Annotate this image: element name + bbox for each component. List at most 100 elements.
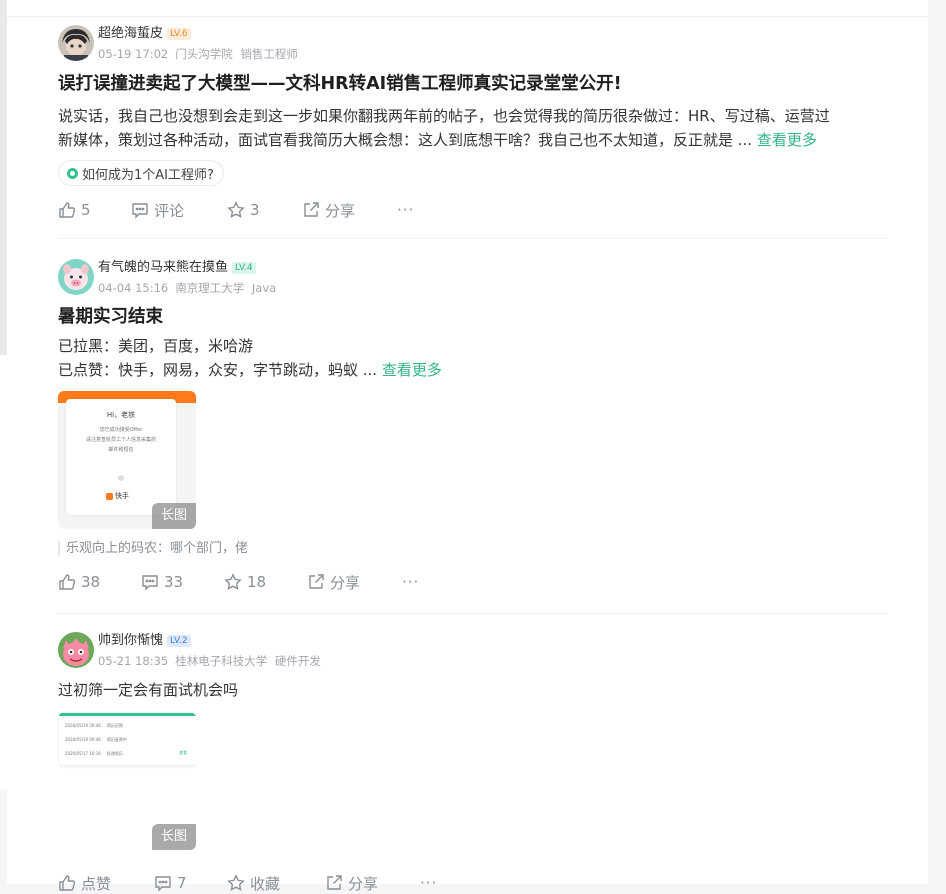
level-badge: LV.4	[232, 262, 256, 274]
like-count: 5	[81, 201, 91, 219]
comment-preview[interactable]: 乐观向上的码农：哪个部门，佬	[58, 541, 888, 556]
share-icon	[309, 574, 324, 589]
comment-icon	[142, 575, 158, 591]
post-actions: 38 33 18 分享 ···	[58, 571, 888, 593]
author-role: 销售工程师	[240, 47, 298, 61]
favorite-button[interactable]: 收藏	[227, 872, 280, 894]
author-row: 有气魄的马来熊在摸鱼 LV.4 04-04 15:16 南京理工大学 Java	[58, 259, 888, 297]
post-date: 05-19 17:02	[98, 47, 169, 61]
favorite-button[interactable]: 18	[224, 571, 266, 593]
share-button[interactable]: 分享	[302, 199, 355, 221]
comment-count: 评论	[154, 201, 185, 220]
like-label: 点赞	[81, 874, 112, 893]
scrollbar-track[interactable]	[928, 0, 946, 884]
comment-button[interactable]: 33	[141, 571, 183, 593]
author-role: 硬件开发	[274, 654, 321, 668]
author-name[interactable]: 超绝海蜇皮	[98, 25, 163, 43]
star-icon	[224, 573, 242, 590]
post-title[interactable]: 误打误撞进卖起了大模型——文科HR转AI销售工程师真实记录堂堂公开!	[58, 71, 888, 97]
more-options-button[interactable]: ···	[397, 199, 414, 221]
avatar[interactable]	[58, 259, 94, 295]
author-row: 超绝海蜇皮 LV.6 05-19 17:02 门头沟学院 销售工程师	[58, 25, 888, 63]
post-body-line: 已点赞：快手，网易，众安，字节跳动，蚂蚁 ...	[58, 361, 378, 379]
author-name[interactable]: 有气魄的马来熊在摸鱼	[98, 259, 228, 277]
share-button[interactable]: 分享	[307, 571, 360, 593]
share-label: 分享	[325, 201, 356, 220]
comment-icon	[155, 876, 171, 892]
post-body-line: 新媒体，策划过各种活动，面试官看我简历大概会想：这人到底想干啥？我自己也不太知道…	[58, 131, 753, 149]
long-image-badge: 长图	[152, 824, 196, 850]
more-options-button[interactable]: ···	[402, 571, 419, 593]
share-label: 分享	[348, 874, 379, 893]
comment-icon	[132, 203, 148, 219]
post-card[interactable]: 有气魄的马来熊在摸鱼 LV.4 04-04 15:16 南京理工大学 Java 暑…	[58, 259, 888, 593]
more-options-button[interactable]: ···	[420, 872, 437, 894]
author-school: 桂林电子科技大学	[175, 654, 268, 668]
like-button[interactable]: 5	[58, 199, 91, 221]
brand-name: 快手	[115, 492, 129, 500]
like-count: 38	[81, 573, 101, 591]
see-more-link[interactable]: 查看更多	[757, 131, 817, 149]
post-date: 04-04 15:16	[98, 281, 169, 295]
star-icon	[227, 201, 245, 218]
author-school: 门头沟学院	[175, 47, 233, 61]
post-meta: 05-21 18:35 桂林电子科技大学 硬件开发	[98, 653, 321, 669]
long-image-badge: 长图	[152, 503, 196, 529]
feed-top-divider	[7, 16, 928, 17]
see-more-link[interactable]: 查看更多	[382, 361, 442, 379]
post-body[interactable]: 已拉黑：美团，百度，米哈游 已点赞：快手，网易，众安，字节跳动，蚂蚁 ... 查…	[58, 334, 888, 382]
avatar[interactable]	[58, 25, 94, 61]
favorite-button[interactable]: 3	[227, 199, 260, 221]
star-count: 3	[250, 201, 260, 219]
post-body-line: 已拉黑：美团，百度，米哈游	[58, 337, 254, 355]
kuaishou-icon	[106, 492, 113, 500]
topic-tag[interactable]: 如何成为1个AI工程师?	[58, 160, 224, 186]
offer-line: 您已成功接受Offer	[99, 427, 143, 433]
timeline-status: 简历初筛	[106, 723, 123, 728]
feed-list: 超绝海蜇皮 LV.6 05-19 17:02 门头沟学院 销售工程师 误打误撞进卖…	[7, 0, 928, 893]
kuaishou-logo: 快手	[106, 491, 129, 501]
post-card[interactable]: 超绝海蜇皮 LV.6 05-19 17:02 门头沟学院 销售工程师 误打误撞进卖…	[58, 25, 888, 221]
author-name[interactable]: 帅到你惭愧	[98, 632, 163, 650]
timeline-status: 投递简历	[106, 751, 123, 756]
timeline-row: 2026/05/19 09:46 简历初筛	[65, 723, 123, 729]
post-card[interactable]: 帅到你惭愧 LV.2 05-21 18:35 桂林电子科技大学 硬件开发 过初筛一…	[58, 632, 888, 894]
post-actions: 5 评论 3 分享 ···	[58, 199, 888, 221]
post-image[interactable]: 2026/05/19 09:46 简历初筛 2026/05/19 09:46 简…	[58, 712, 196, 850]
author-row: 帅到你惭愧 LV.2 05-21 18:35 桂林电子科技大学 硬件开发	[58, 632, 888, 670]
offer-greeting: Hi，老铁	[106, 411, 136, 419]
like-button[interactable]: 38	[58, 571, 100, 593]
post-title[interactable]: 过初筛一定会有面试机会吗	[58, 678, 888, 702]
post-date: 05-21 18:35	[98, 654, 169, 668]
comment-button[interactable]: 7	[154, 872, 187, 894]
avatar[interactable]	[58, 632, 94, 668]
timeline-row: 2026/05/17 16:16 投递简历	[65, 751, 123, 757]
post-body[interactable]: 说实话，我自己也没想到会走到这一步如果你翻我两年前的帖子，也会觉得我的简历很杂做…	[58, 104, 888, 152]
level-badge: LV.6	[167, 28, 191, 40]
post-body-line: 说实话，我自己也没想到会走到这一步如果你翻我两年前的帖子，也会觉得我的简历很杂做…	[58, 107, 830, 125]
timeline-time: 2026/05/19 09:46	[65, 723, 101, 728]
share-icon	[304, 202, 319, 217]
pager-dot	[118, 475, 124, 481]
share-button[interactable]: 分享	[325, 872, 378, 894]
offer-line: 邮件和短信	[108, 447, 134, 453]
post-title[interactable]: 暑期实习结束	[58, 304, 888, 330]
comment-count: 33	[164, 573, 184, 591]
topic-icon	[67, 167, 78, 179]
thumbs-up-icon	[59, 202, 76, 218]
timeline-time: 2026/05/19 09:46	[65, 737, 101, 742]
share-label: 分享	[330, 573, 361, 592]
post-image[interactable]: Hi，老铁 您已成功接受Offer 请注意查收员工个人信息采集的 邮件和短信 快…	[58, 391, 196, 529]
timeline-accent	[59, 713, 196, 716]
more-icon: ···	[420, 874, 438, 892]
post-actions: 点赞 7 收藏 分享 ···	[58, 872, 888, 894]
favorite-label: 收藏	[250, 874, 281, 893]
timeline-card: 2026/05/19 09:46 简历初筛 2026/05/19 09:46 简…	[58, 712, 196, 766]
timeline-time: 2026/05/17 16:16	[65, 751, 101, 756]
share-icon	[327, 875, 342, 890]
like-button[interactable]: 点赞	[58, 872, 111, 894]
left-panel-shade	[0, 0, 7, 355]
comment-button[interactable]: 评论	[131, 199, 184, 221]
level-badge: LV.2	[167, 635, 191, 647]
timeline-status: 简历复筛中	[106, 737, 127, 742]
